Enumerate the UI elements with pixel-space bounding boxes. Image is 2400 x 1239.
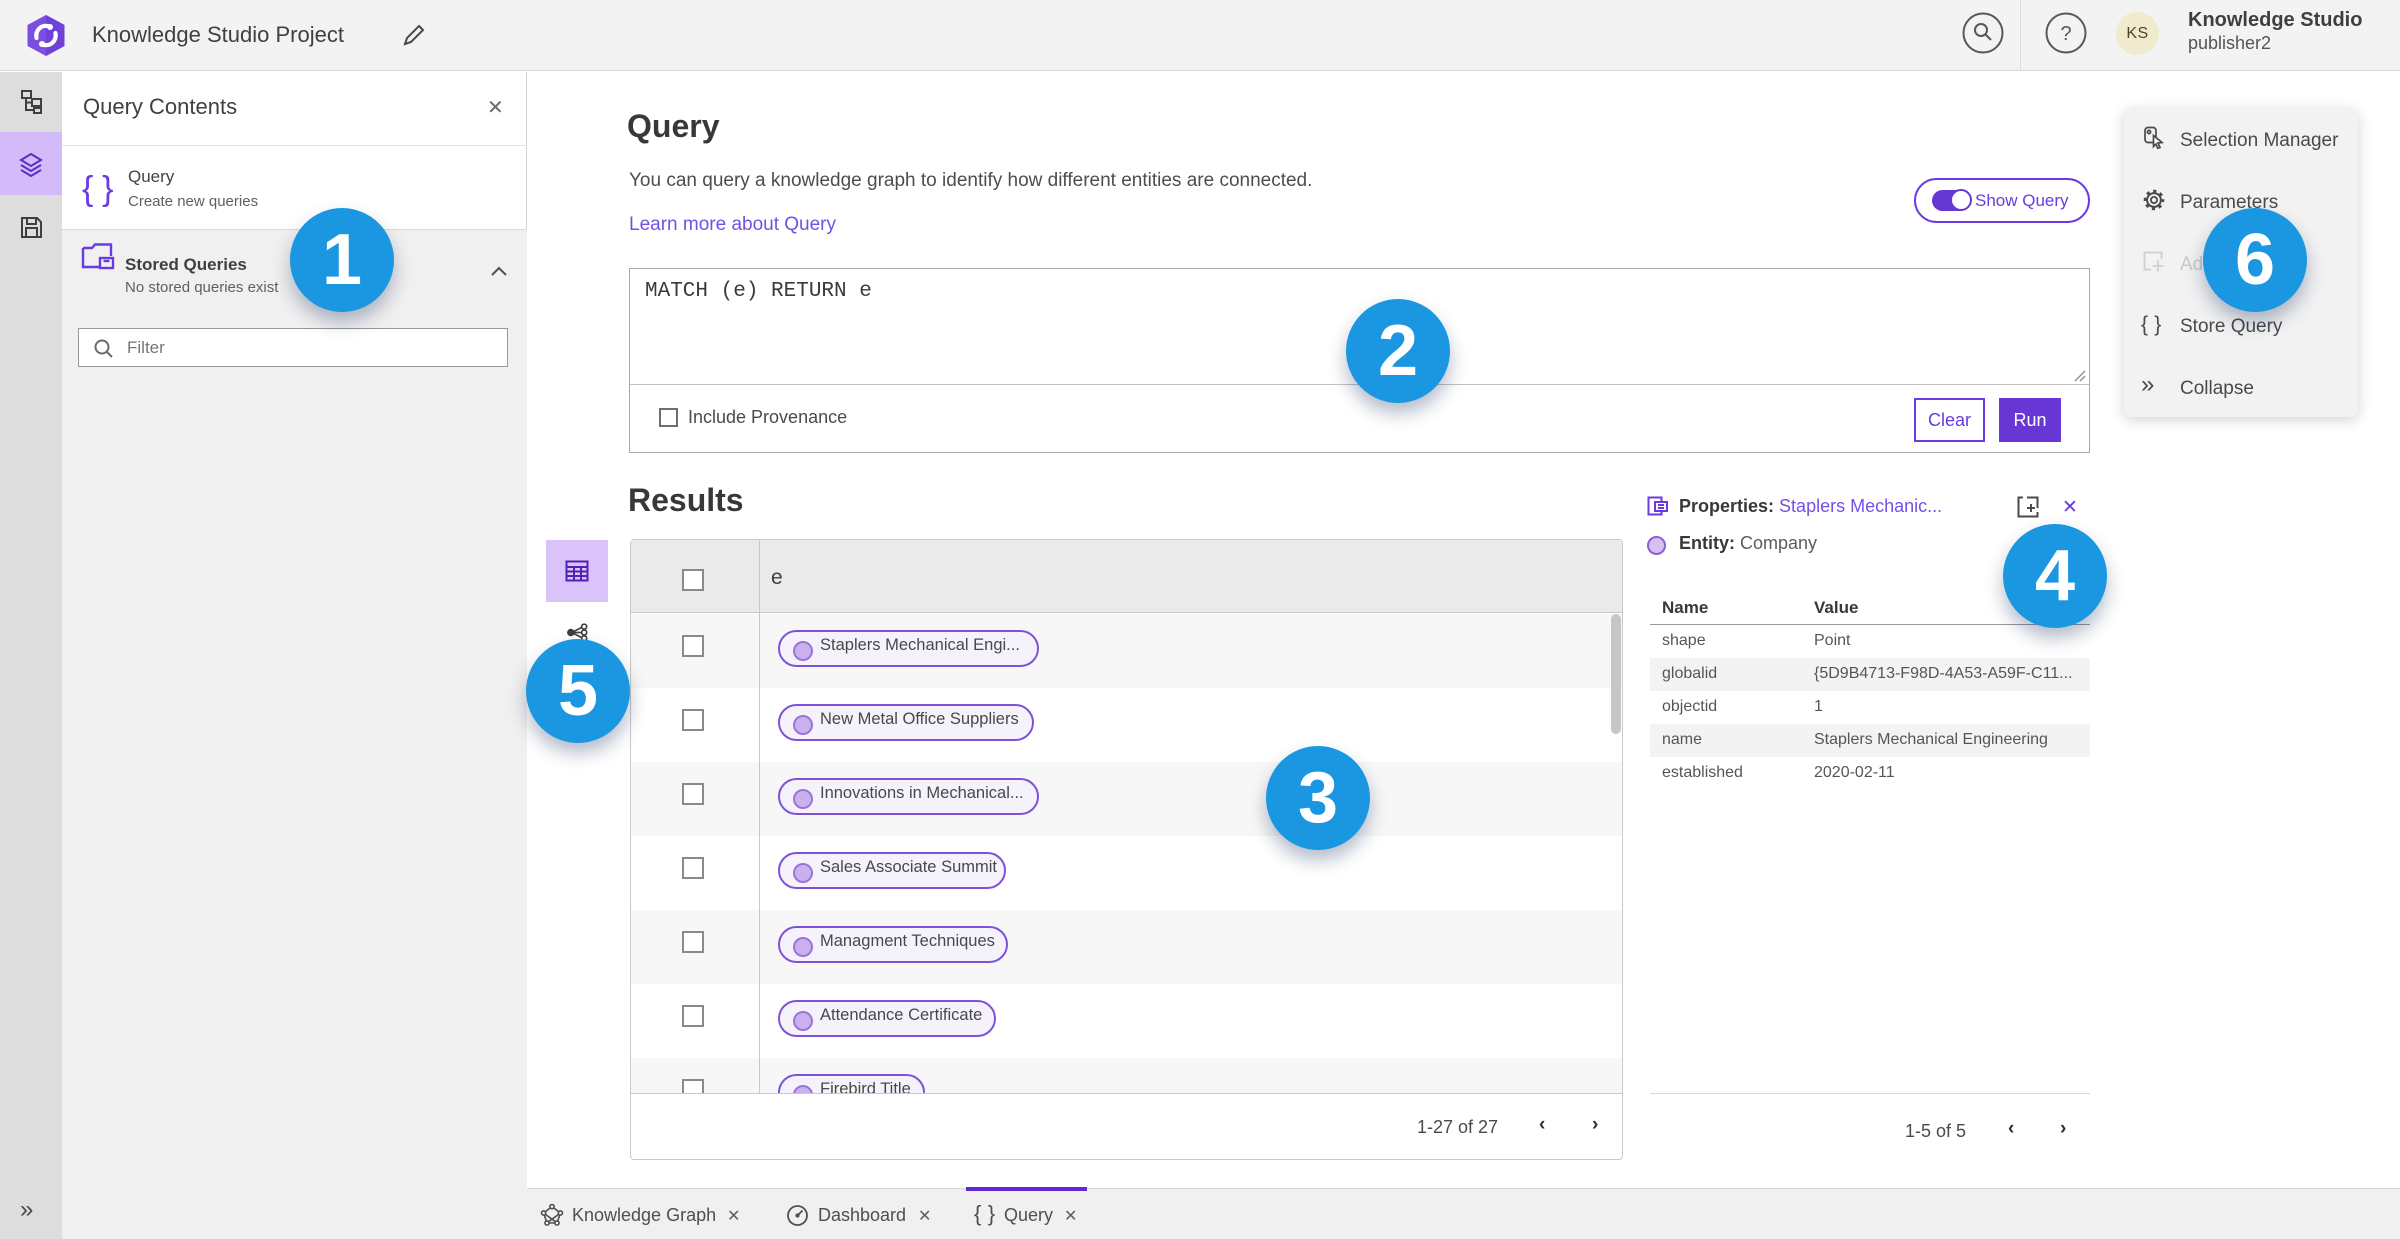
svg-text:?: ? [2060,23,2071,45]
